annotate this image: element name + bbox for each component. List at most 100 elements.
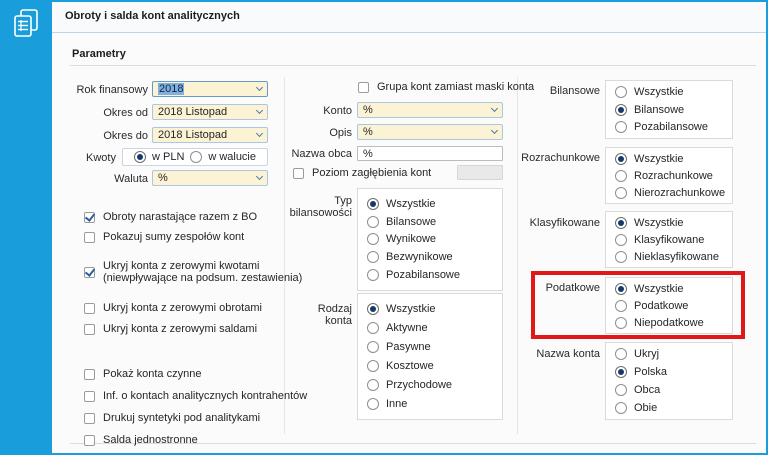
rodzaj-konta-label: Rodzaj konta <box>317 303 352 327</box>
opis-select[interactable]: % <box>357 124 503 140</box>
radio-option-w-pln[interactable]: w PLN <box>134 151 184 163</box>
radio-option[interactable]: Bilansowe <box>367 213 498 231</box>
checkbox-drukuj-syntetyki[interactable]: Drukuj syntetyki pod analitykami <box>84 412 260 424</box>
radio-label: Inne <box>386 397 408 410</box>
radio-option[interactable]: Nierozrachunkowe <box>615 184 728 201</box>
checkbox-icon <box>84 266 95 278</box>
radio-option[interactable]: Wszystkie <box>367 195 498 213</box>
radio-label: Niepodatkowe <box>634 316 704 329</box>
radio-icon <box>615 121 627 134</box>
radio-label: Wszystkie <box>386 197 436 210</box>
nazwa-obca-label: Nazwa obca <box>291 148 352 160</box>
okres-od-select[interactable]: 2018 Listopad <box>152 104 268 120</box>
rok-finansowy-select[interactable]: 2018 <box>152 81 268 97</box>
radio-option[interactable]: Obca <box>615 381 728 399</box>
checkbox-ukryj-zerowe-salda[interactable]: Ukryj konta z zerowymi saldami <box>84 323 257 335</box>
radio-option[interactable]: Inne <box>367 394 498 413</box>
radio-option[interactable]: Bezwynikowe <box>367 248 498 266</box>
radio-option[interactable]: Kosztowe <box>367 356 498 375</box>
radio-icon <box>367 322 379 335</box>
radio-option[interactable]: Przychodowe <box>367 375 498 394</box>
radio-option[interactable]: Podatkowe <box>615 297 728 314</box>
checkbox-ukryj-zerowe-kwoty[interactable]: Ukryj konta z zerowymi kwotami (niewpływa… <box>84 260 302 284</box>
radio-label: Pozabilansowe <box>386 269 460 282</box>
radio-option[interactable]: Wszystkie <box>615 83 728 101</box>
radio-option[interactable]: Ukryj <box>615 345 728 363</box>
checkbox-pokaz-konta-czynne[interactable]: Pokaż konta czynne <box>84 368 201 380</box>
radio-icon <box>615 85 627 98</box>
radio-label: Wszystkie <box>634 85 684 98</box>
bilansowe-label: Bilansowe <box>549 85 600 97</box>
radio-option[interactable]: Aktywne <box>367 319 498 338</box>
radio-option[interactable]: Bilansowe <box>615 101 728 119</box>
radio-option[interactable]: Wszystkie <box>367 300 498 319</box>
radio-label: Pozabilansowe <box>634 121 708 134</box>
rok-finansowy-value: 2018 <box>158 83 185 95</box>
radio-label: Rozrachunkowe <box>634 169 713 182</box>
radio-icon <box>367 341 379 354</box>
chevron-down-icon <box>255 83 264 92</box>
checkbox-label: Drukuj syntetyki pod analitykami <box>103 412 261 424</box>
radio-label: Bilansowe <box>386 215 437 228</box>
checkbox-inf-kontrahentow[interactable]: Inf. o kontach analitycznych kontrahentó… <box>84 390 307 402</box>
nazwa-obca-value: % <box>363 147 373 160</box>
okres-do-select[interactable]: 2018 Listopad <box>152 127 268 143</box>
titlebar: Obroty i salda kont analitycznych <box>52 0 768 33</box>
radio-icon <box>615 152 627 165</box>
checkbox-obroty-narastajace[interactable]: Obroty narastające razem z BO <box>84 211 257 223</box>
nazwa-obca-input[interactable]: % <box>357 146 503 161</box>
radio-option[interactable]: Klasyfikowane <box>615 231 728 248</box>
checkbox-salda-jednostronne[interactable]: Salda jednostronne <box>84 434 198 446</box>
radio-option[interactable]: Nieklasyfikowane <box>615 248 728 265</box>
radio-option[interactable]: Pozabilansowe <box>615 118 728 136</box>
okres-od-value: 2018 Listopad <box>158 106 228 118</box>
radio-label: Bezwynikowe <box>386 251 453 264</box>
checkbox-poziom-zaglebienia[interactable]: Poziom zagłębienia kont <box>293 167 431 179</box>
okres-od-label: Okres od <box>103 107 148 119</box>
radio-label: Nierozrachunkowe <box>634 186 726 199</box>
radio-icon <box>615 348 627 360</box>
radio-option[interactable]: Pozabilansowe <box>367 266 498 284</box>
radio-option[interactable]: Wszystkie <box>615 280 728 297</box>
radio-icon <box>134 151 146 163</box>
radio-option[interactable]: Obie <box>615 399 728 417</box>
radio-label: Wszystkie <box>634 216 684 229</box>
radio-option[interactable]: Niepodatkowe <box>615 314 728 331</box>
radio-option[interactable]: Wszystkie <box>615 214 728 231</box>
radio-icon <box>367 215 379 228</box>
radio-label: Aktywne <box>386 322 428 335</box>
radio-icon <box>367 303 379 316</box>
checkbox-icon <box>84 302 95 314</box>
radio-label: Pasywne <box>386 341 431 354</box>
radio-icon <box>615 233 627 246</box>
konto-select[interactable]: % <box>357 102 503 118</box>
radio-icon <box>615 384 627 396</box>
radio-icon <box>367 359 379 372</box>
typ-bilansowosci-label: Typ bilansowości <box>289 195 352 219</box>
checkbox-ukryj-zerowe-obroty[interactable]: Ukryj konta z zerowymi obrotami <box>84 302 262 314</box>
okres-do-value: 2018 Listopad <box>158 129 228 141</box>
radio-label: Nieklasyfikowane <box>634 250 719 263</box>
radio-icon <box>367 251 379 264</box>
radio-label: Kosztowe <box>386 359 434 372</box>
radio-option[interactable]: Wszystkie <box>615 150 728 167</box>
radio-option-w-walucie[interactable]: w walucie <box>190 151 256 163</box>
waluta-select[interactable]: % <box>152 170 268 186</box>
radio-icon <box>615 103 627 116</box>
checkbox-label: Pokaż konta czynne <box>103 368 202 380</box>
bilansowe-radio-group: Wszystkie Bilansowe Pozabilansowe <box>605 80 733 139</box>
waluta-label: Waluta <box>114 173 148 185</box>
radio-option[interactable]: Rozrachunkowe <box>615 167 728 184</box>
radio-icon <box>367 378 379 391</box>
checkbox-icon <box>358 81 369 93</box>
waluta-value: % <box>158 172 168 184</box>
radio-option[interactable]: Pasywne <box>367 338 498 357</box>
radio-icon <box>615 216 627 229</box>
typ-bilansowosci-radio-group: Wszystkie Bilansowe Wynikowe Bezwynikowe… <box>357 188 503 291</box>
checkbox-pokazuj-sumy[interactable]: Pokazuj sumy zespołów kont <box>84 231 244 243</box>
checkbox-icon <box>84 368 95 380</box>
radio-option[interactable]: Wynikowe <box>367 231 498 249</box>
checkbox-label: Obroty narastające razem z BO <box>103 211 258 223</box>
radio-option[interactable]: Polska <box>615 363 728 381</box>
nazwa-konta-radio-group: Ukryj Polska Obca Obie <box>605 342 733 420</box>
